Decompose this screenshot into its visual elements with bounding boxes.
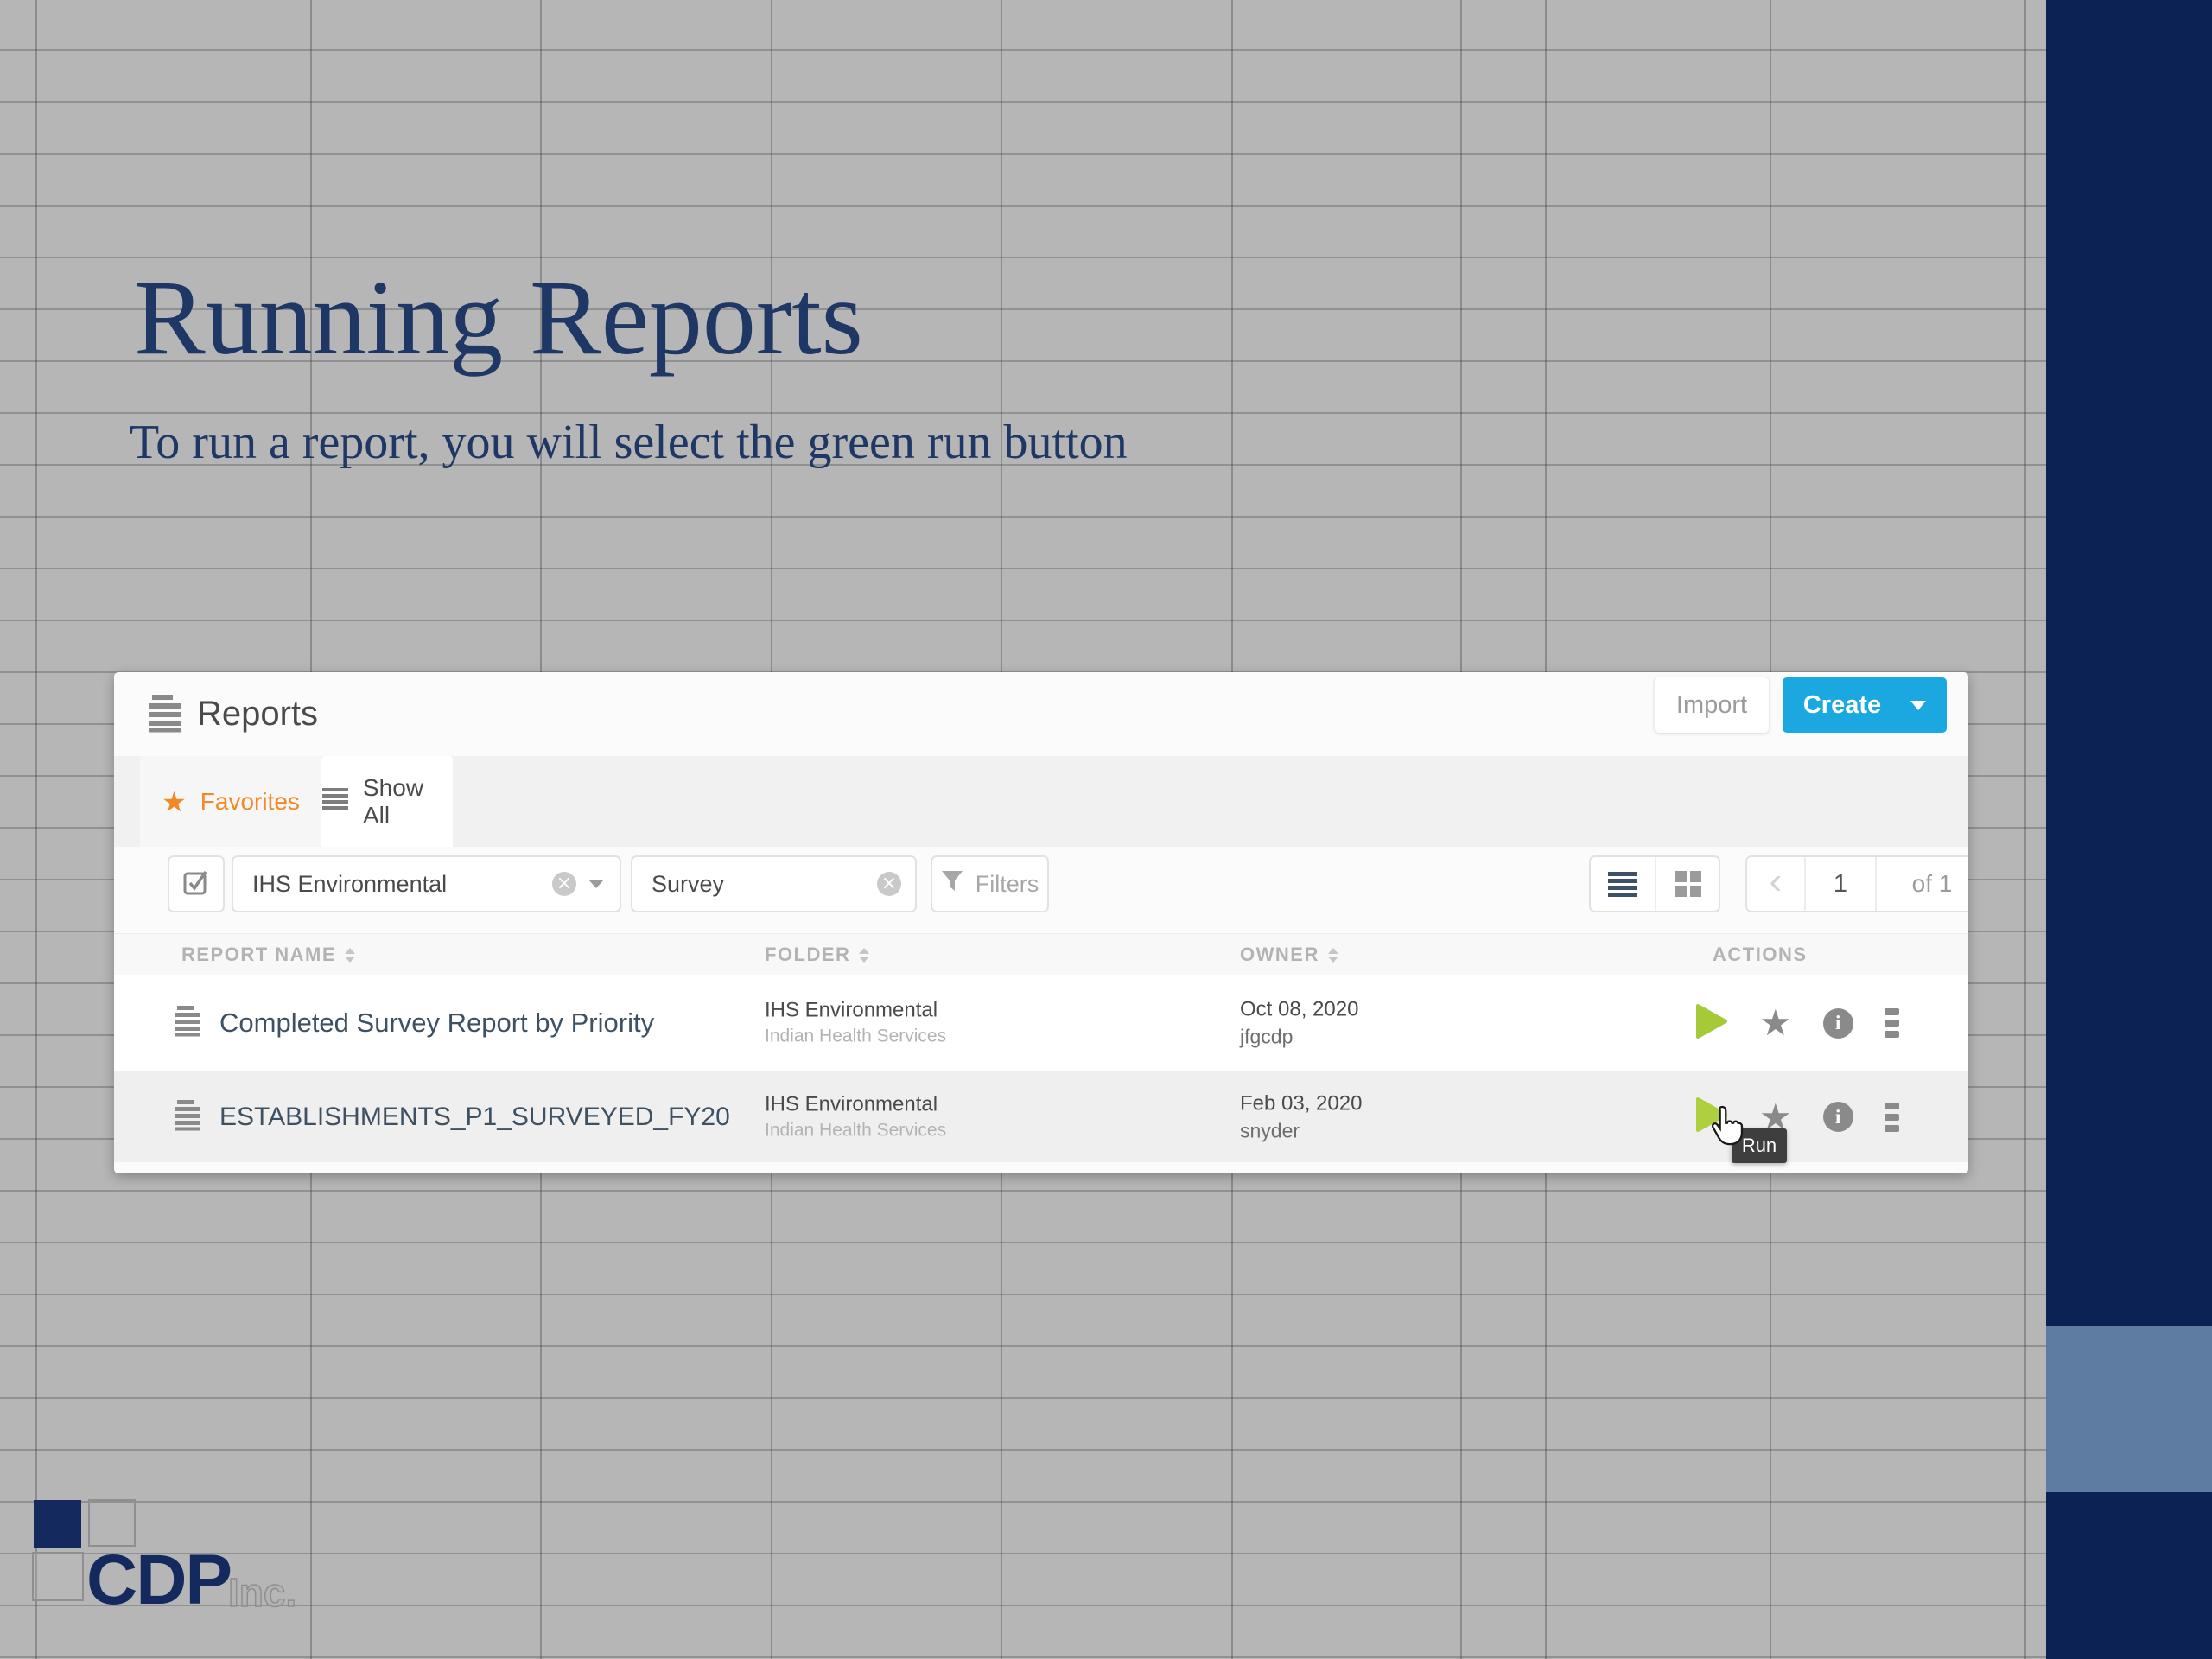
create-button[interactable]: Create [1783, 677, 1947, 733]
info-button[interactable]: i [1823, 1102, 1853, 1132]
tabs-bar: ★ Favorites Show All [114, 756, 1968, 847]
table-row[interactable]: ESTABLISHMENTS_P1_SURVEYED_FY20 IHS Envi… [114, 1071, 1968, 1162]
caret-down-icon [588, 880, 604, 888]
logo-text: CDP [86, 1540, 231, 1621]
owner-cell: Oct 08, 2020 jfgcdp [1240, 995, 1358, 1050]
folder-name: IHS Environmental [765, 1090, 946, 1118]
column-label: OWNER [1240, 944, 1319, 966]
table-header: REPORT NAME FOLDER OWNER ACTIONS [114, 933, 1968, 976]
pagination: ‹ 1 of 1 [1745, 855, 1968, 912]
search-box: × [631, 855, 917, 912]
sort-icon [859, 948, 869, 963]
logo-square-filled [34, 1500, 81, 1548]
funnel-icon [941, 870, 963, 899]
reports-panel: Reports Import Create ★ Favorites [114, 672, 1968, 1173]
star-icon: ★ [162, 785, 187, 818]
folder-cell: IHS Environmental Indian Health Services [765, 997, 946, 1050]
more-options-button[interactable] [1885, 1103, 1899, 1132]
owner-user: snyder [1240, 1117, 1362, 1144]
owner-date: Feb 03, 2020 [1240, 1090, 1362, 1117]
view-toggle [1589, 855, 1720, 912]
column-label: ACTIONS [1713, 944, 1808, 966]
tab-favorites[interactable]: ★ Favorites [140, 756, 321, 847]
previous-page-button[interactable]: ‹ [1747, 857, 1804, 911]
folder-filter-value: IHS Environmental [252, 871, 447, 898]
grid-view-icon [1674, 869, 1703, 899]
row-actions: ★ i [1695, 975, 1899, 1071]
caret-down-icon [1910, 701, 1926, 710]
tab-favorites-label: Favorites [200, 788, 300, 816]
slide-title: Running Reports [134, 259, 863, 377]
info-button[interactable]: i [1823, 1008, 1853, 1039]
grid-view-button[interactable] [1655, 857, 1720, 911]
chevron-left-icon: ‹ [1770, 860, 1783, 903]
sort-icon [345, 948, 355, 963]
search-input[interactable] [632, 870, 877, 899]
column-header-report-name[interactable]: REPORT NAME [181, 934, 355, 976]
filters-button[interactable]: Filters [931, 855, 1049, 912]
page-number[interactable]: 1 [1804, 857, 1875, 911]
column-header-folder[interactable]: FOLDER [765, 934, 869, 976]
sort-icon [1328, 948, 1338, 963]
select-mode-button[interactable] [168, 855, 225, 912]
tab-show-all[interactable]: Show All [321, 756, 453, 847]
owner-cell: Feb 03, 2020 snyder [1240, 1090, 1362, 1144]
column-label: FOLDER [765, 944, 850, 966]
column-label: REPORT NAME [181, 944, 336, 966]
grid-line [35, 0, 37, 1659]
filters-button-label: Filters [976, 871, 1039, 898]
grid-line [2024, 0, 2026, 1659]
folder-subtitle: Indian Health Services [765, 1119, 946, 1143]
tab-show-all-label: Show All [363, 774, 453, 830]
owner-date: Oct 08, 2020 [1240, 995, 1358, 1023]
slide-subtitle: To run a report, you will select the gre… [130, 415, 1128, 470]
more-options-button[interactable] [1885, 1008, 1899, 1038]
column-header-actions: ACTIONS [1713, 934, 1808, 976]
clear-search-icon[interactable]: × [877, 872, 901, 896]
folder-name: IHS Environmental [765, 997, 946, 1025]
column-header-owner[interactable]: OWNER [1240, 934, 1338, 976]
logo-suffix: Inc. [228, 1569, 296, 1616]
right-accent-bar [2046, 0, 2212, 1659]
folder-cell: IHS Environmental Indian Health Services [765, 1090, 946, 1143]
table-row[interactable]: Completed Survey Report by Priority IHS … [114, 975, 1968, 1071]
favorite-star-button[interactable]: ★ [1759, 1005, 1792, 1041]
list-view-icon [1606, 870, 1639, 898]
run-button[interactable] [1695, 1003, 1728, 1044]
folder-subtitle: Indian Health Services [765, 1025, 946, 1049]
logo-square-outline [32, 1552, 84, 1601]
owner-user: jfgcdp [1240, 1024, 1358, 1051]
page-title: Reports [197, 695, 318, 734]
slide: Running Reports To run a report, you wil… [0, 0, 2212, 1659]
report-name[interactable]: Completed Survey Report by Priority [219, 975, 654, 1071]
folder-filter-dropdown[interactable]: IHS Environmental × [232, 855, 621, 912]
report-icon [173, 1005, 202, 1042]
hand-cursor-icon [1707, 1104, 1747, 1154]
reports-list-icon [147, 693, 183, 737]
checkbox-icon [182, 868, 210, 900]
create-button-label: Create [1803, 691, 1881, 720]
report-name[interactable]: ESTABLISHMENTS_P1_SURVEYED_FY20 [219, 1071, 730, 1162]
clear-folder-filter-icon[interactable]: × [552, 872, 576, 896]
import-button[interactable]: Import [1655, 677, 1769, 733]
report-icon [173, 1098, 202, 1135]
list-icon [321, 787, 349, 816]
page-count-label: of 1 [1875, 857, 1968, 911]
right-accent-block [2046, 1326, 2212, 1492]
list-view-button[interactable] [1591, 857, 1655, 911]
